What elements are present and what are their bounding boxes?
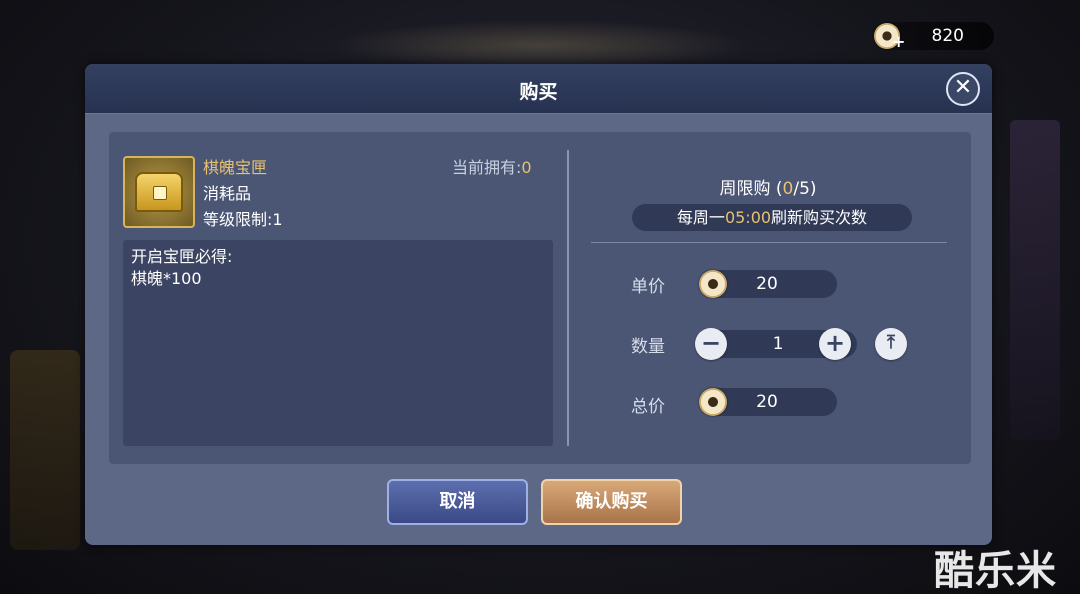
background-pillar-left bbox=[10, 350, 80, 550]
weekly-close: ) bbox=[809, 179, 817, 199]
refresh-time: 05:00 bbox=[724, 208, 772, 227]
treasure-chest-icon bbox=[123, 156, 195, 228]
refresh-info: 每周一05:00刷新购买次数 bbox=[632, 204, 912, 231]
refresh-suffix: 刷新购买次数 bbox=[771, 208, 868, 227]
item-level-limit: 等级限制:1 bbox=[203, 210, 283, 229]
total-price-label: 总价 bbox=[631, 397, 665, 417]
item-name: 棋魄宝匣 bbox=[203, 158, 268, 177]
owned-count: 当前拥有:0 bbox=[452, 154, 532, 178]
weekly-max: 5 bbox=[799, 179, 810, 199]
description-line: 棋魄*100 bbox=[131, 269, 202, 288]
weekly-limit: 周限购 (0/5) bbox=[589, 174, 947, 199]
watermark-logo: 酷乐米 bbox=[934, 548, 1057, 594]
quantity-label: 数量 bbox=[631, 337, 665, 357]
plus-icon[interactable]: + bbox=[819, 328, 851, 360]
currency-amount: 820 bbox=[931, 26, 964, 46]
content-panel: 棋魄宝匣 消耗品 等级限制:1 当前拥有:0 开启宝匣必得: 棋魄*100 周限… bbox=[109, 132, 971, 464]
plus-icon[interactable]: + bbox=[892, 34, 905, 50]
dialog-header: 购买 ✕ bbox=[85, 64, 992, 114]
chest-graphic bbox=[135, 172, 183, 212]
item-type: 消耗品 bbox=[203, 184, 252, 203]
close-icon[interactable]: ✕ bbox=[946, 72, 980, 106]
refresh-prefix: 每周一 bbox=[676, 208, 725, 227]
dialog-title: 购买 bbox=[519, 81, 558, 103]
background-glow bbox=[330, 20, 750, 70]
max-quantity-icon[interactable]: ⤒ bbox=[875, 328, 907, 360]
description-line: 开启宝匣必得: bbox=[131, 247, 233, 266]
total-price-field: 20 bbox=[699, 388, 837, 416]
coin-icon bbox=[699, 388, 727, 416]
purchase-dialog: 购买 ✕ 棋魄宝匣 消耗品 等级限制:1 当前拥有:0 开启宝匣必得: 棋魄*1… bbox=[85, 64, 992, 545]
confirm-purchase-button[interactable]: 确认购买 bbox=[541, 479, 682, 525]
unit-price-value: 20 bbox=[756, 274, 778, 294]
owned-label: 当前拥有: bbox=[452, 158, 522, 177]
coin-icon bbox=[699, 270, 727, 298]
background-pillar-right bbox=[1010, 120, 1060, 440]
unit-price-label: 单价 bbox=[631, 277, 665, 297]
weekly-label: 周限购 ( bbox=[719, 179, 783, 199]
weekly-count: 0 bbox=[782, 179, 794, 199]
minus-icon[interactable]: − bbox=[695, 328, 727, 360]
currency-display[interactable]: + 820 bbox=[874, 22, 994, 50]
horizontal-divider bbox=[591, 242, 947, 243]
total-price-value: 20 bbox=[756, 392, 778, 412]
item-description: 开启宝匣必得: 棋魄*100 bbox=[123, 240, 553, 446]
vertical-divider bbox=[567, 150, 569, 446]
unit-price-field: 20 bbox=[699, 270, 837, 298]
owned-value: 0 bbox=[521, 158, 532, 177]
cancel-button[interactable]: 取消 bbox=[387, 479, 528, 525]
